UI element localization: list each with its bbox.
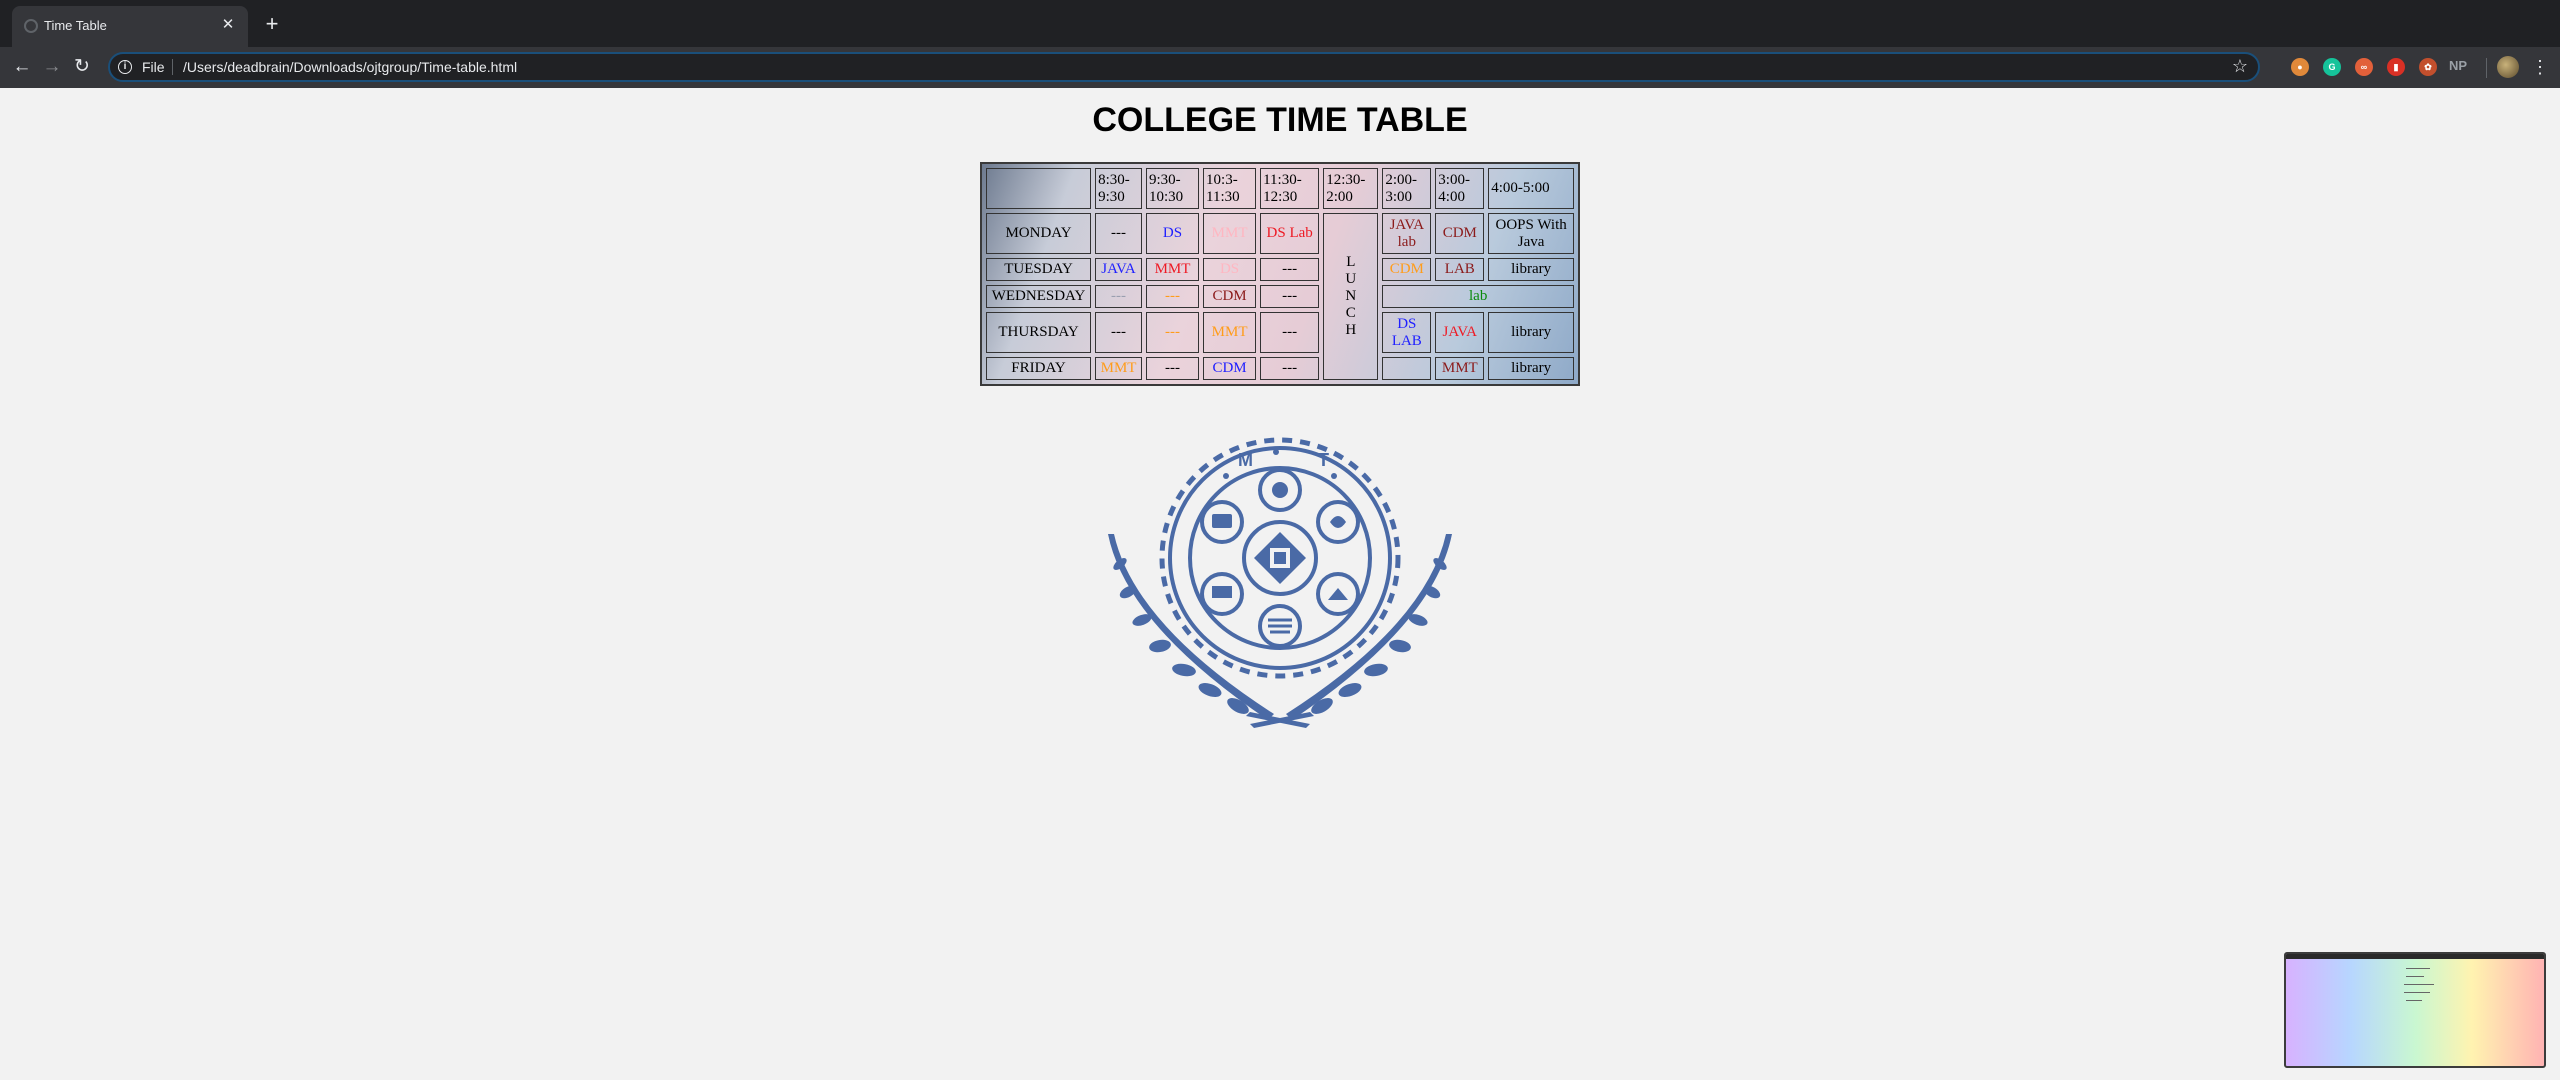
timetable-cell: --- — [1260, 311, 1320, 354]
header-slot-7: 3:00-4:00 — [1435, 168, 1485, 210]
timetable-cell: JAVA — [1435, 311, 1485, 354]
browser-toolbar: ← → ↻ i File /Users/deadbrain/Downloads/… — [0, 47, 2560, 88]
timetable-cell: --- — [1260, 357, 1320, 380]
info-icon[interactable]: i — [118, 60, 132, 74]
timetable-cell: MMT — [1203, 311, 1257, 354]
timetable-header-row: 8:30-9:30 9:30-10:30 10:3-11:30 11:30-12… — [986, 168, 1574, 210]
arrow-right-icon[interactable]: → — [40, 55, 64, 79]
timetable-cell: CDM — [1203, 285, 1257, 308]
globe-icon — [24, 19, 38, 33]
timetable-cell: DS — [1146, 213, 1200, 255]
omnibox-divider — [172, 59, 173, 75]
timetable-cell: DS LAB — [1382, 311, 1432, 354]
browser-tabstrip: Time Table ✕ + — [0, 0, 2560, 47]
timetable-cell: OOPS With Java — [1488, 213, 1574, 255]
arrow-left-icon[interactable]: ← — [10, 55, 34, 79]
header-slot-2: 9:30-10:30 — [1146, 168, 1200, 210]
timetable-row-tuesday: TUESDAY JAVA MMT DS --- CDM LAB library — [986, 258, 1574, 282]
profile-avatar[interactable] — [2497, 56, 2519, 78]
extension-icon-5[interactable]: ✿ — [2419, 58, 2437, 76]
timetable-cell: --- — [1146, 311, 1200, 354]
header-slot-8: 4:00-5:00 — [1488, 168, 1574, 210]
plus-icon[interactable]: + — [260, 12, 284, 36]
timetable-cell: DS Lab — [1260, 213, 1320, 255]
preview-line — [2406, 968, 2430, 969]
timetable-cell: library — [1488, 357, 1574, 380]
timetable-cell: --- — [1146, 357, 1200, 380]
tab-title: Time Table — [44, 18, 107, 33]
timetable-cell: JAVA — [1095, 258, 1142, 282]
floating-preview-window[interactable] — [2284, 952, 2546, 1068]
timetable-cell: lab — [1382, 285, 1574, 308]
header-slot-1: 8:30-9:30 — [1095, 168, 1142, 210]
timetable: 8:30-9:30 9:30-10:30 10:3-11:30 11:30-12… — [980, 162, 1580, 386]
kebab-icon[interactable]: ⋮ — [2530, 56, 2550, 78]
timetable-cell: LAB — [1435, 258, 1485, 282]
header-corner-cell — [986, 168, 1092, 210]
timetable-cell: MMT — [1203, 213, 1257, 255]
header-slot-5: 12:30-2:00 — [1323, 168, 1379, 210]
college-logo: M T — [1108, 437, 1452, 728]
lunch-letter: U — [1345, 271, 1357, 288]
timetable-cell — [1382, 357, 1432, 380]
timetable-cell: CDM — [1435, 213, 1485, 255]
np-extension-icon[interactable]: NP — [2449, 58, 2467, 73]
day-label: TUESDAY — [986, 258, 1092, 282]
address-bar[interactable]: i File /Users/deadbrain/Downloads/ojtgro… — [108, 52, 2260, 82]
page-title: COLLEGE TIME TABLE — [1092, 101, 1468, 139]
grammarly-icon[interactable]: G — [2323, 58, 2341, 76]
preview-line — [2406, 1000, 2422, 1001]
timetable-cell: MMT — [1146, 258, 1200, 282]
svg-text:M: M — [1238, 450, 1253, 470]
timetable-cell: library — [1488, 311, 1574, 354]
url-text[interactable]: /Users/deadbrain/Downloads/ojtgroup/Time… — [183, 59, 517, 75]
preview-line — [2406, 976, 2424, 977]
timetable-cell: --- — [1260, 258, 1320, 282]
timetable-row-friday: FRIDAY MMT --- CDM --- MMT library — [986, 357, 1574, 380]
timetable-cell: MMT — [1095, 357, 1142, 380]
timetable-row-wednesday: WEDNESDAY --- --- CDM --- lab — [986, 285, 1574, 308]
header-slot-4: 11:30-12:30 — [1260, 168, 1320, 210]
lunch-letter: N — [1345, 288, 1357, 305]
timetable-cell: --- — [1095, 285, 1142, 308]
header-slot-6: 2:00-3:00 — [1382, 168, 1432, 210]
timetable-cell: --- — [1095, 213, 1142, 255]
svg-text:T: T — [1318, 450, 1329, 470]
day-label: THURSDAY — [986, 311, 1092, 354]
extension-icon-4[interactable]: ▮ — [2387, 58, 2405, 76]
timetable-cell: CDM — [1382, 258, 1432, 282]
star-icon[interactable]: ☆ — [2232, 56, 2248, 77]
timetable-row-monday: MONDAY --- DS MMT DS Lab L U N C H JAVA … — [986, 213, 1574, 380]
preview-titlebar — [2286, 954, 2544, 959]
lunch-cell: L U N C H — [1323, 213, 1379, 380]
timetable-cell: library — [1488, 258, 1574, 282]
timetable-cell: JAVA lab — [1382, 213, 1432, 255]
day-label: MONDAY — [986, 213, 1092, 255]
day-label: FRIDAY — [986, 357, 1092, 380]
lunch-letter: L — [1346, 254, 1356, 271]
preview-line — [2404, 992, 2430, 993]
reload-icon[interactable]: ↻ — [70, 55, 94, 79]
timetable-cell: DS — [1203, 258, 1257, 282]
header-slot-3: 10:3-11:30 — [1203, 168, 1257, 210]
extension-icon-3[interactable]: ∞ — [2355, 58, 2373, 76]
timetable-cell: --- — [1146, 285, 1200, 308]
timetable-cell: CDM — [1203, 357, 1257, 380]
browser-tab[interactable]: Time Table ✕ — [12, 6, 248, 47]
lunch-letter: H — [1345, 322, 1357, 339]
timetable-cell: --- — [1260, 285, 1320, 308]
timetable-cell: --- — [1095, 311, 1142, 354]
timetable-row-thursday: THURSDAY --- --- MMT --- DS LAB JAVA lib… — [986, 311, 1574, 354]
preview-line — [2404, 984, 2434, 985]
day-label: WEDNESDAY — [986, 285, 1092, 308]
extension-icon-1[interactable]: ● — [2291, 58, 2309, 76]
timetable-container: 8:30-9:30 9:30-10:30 10:3-11:30 11:30-12… — [980, 162, 1580, 386]
timetable-cell: MMT — [1435, 357, 1485, 380]
address-scheme-label: File — [142, 59, 165, 75]
close-icon[interactable]: ✕ — [218, 15, 238, 35]
lunch-letter: C — [1345, 305, 1356, 322]
toolbar-divider — [2486, 58, 2487, 78]
